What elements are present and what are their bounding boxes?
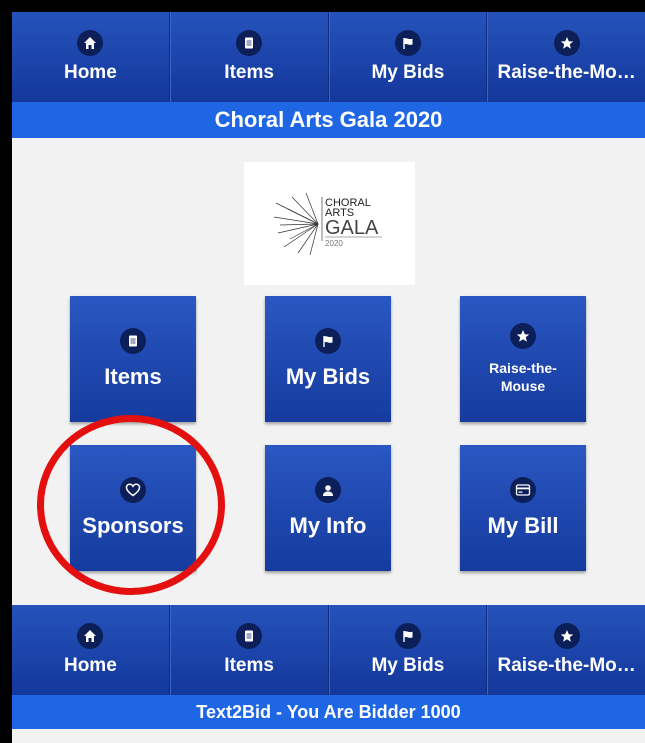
tab-label: Items: [224, 655, 274, 676]
document-icon: [236, 623, 263, 649]
tile-raise-the-mouse[interactable]: Raise-the-Mouse: [460, 296, 586, 422]
tile-sponsors[interactable]: Sponsors: [70, 445, 196, 571]
tab-label: Raise-the-Mo…: [497, 655, 636, 676]
person-icon: [315, 477, 341, 503]
tile-label: Sponsors: [82, 513, 184, 538]
app-screen: Home Items My Bids Raise-the-Mo… Choral …: [12, 12, 645, 743]
tile-label: My Info: [289, 513, 367, 538]
tile-my-info[interactable]: My Info: [265, 445, 391, 571]
heart-icon: [120, 477, 146, 503]
tab-label: Home: [63, 655, 117, 676]
flag-icon: [394, 30, 421, 56]
flag-icon: [315, 328, 341, 354]
tile-items[interactable]: Items: [70, 296, 196, 422]
tile-label: My Bill: [487, 513, 559, 538]
tab-home[interactable]: Home: [12, 12, 170, 102]
tile-my-bids[interactable]: My Bids: [265, 296, 391, 422]
credit-card-icon: [510, 477, 536, 503]
star-icon: [553, 30, 580, 56]
event-title: Choral Arts Gala 2020: [12, 102, 645, 138]
tab-items[interactable]: Items: [169, 12, 329, 102]
tab-label: Items: [224, 62, 274, 83]
tile-label: Raise-the-Mouse: [489, 360, 557, 394]
tab-home[interactable]: Home: [12, 605, 170, 695]
tile-label: Items: [104, 364, 162, 389]
bidder-banner: Text2Bid - You Are Bidder 1000: [12, 695, 645, 729]
logo-text-year: 2020: [325, 239, 343, 248]
gala-logo: CHORAL ARTS GALA 2020: [244, 162, 415, 285]
tab-my-bids[interactable]: My Bids: [328, 12, 488, 102]
tab-label: Raise-the-Mo…: [497, 62, 636, 83]
tab-raise-the-mouse[interactable]: Raise-the-Mo…: [487, 12, 645, 102]
tab-items[interactable]: Items: [169, 605, 329, 695]
tab-label: Home: [63, 62, 117, 83]
tile-my-bill[interactable]: My Bill: [460, 445, 586, 571]
tab-label: My Bids: [371, 655, 445, 676]
device-frame: Home Items My Bids Raise-the-Mo… Choral …: [0, 0, 645, 743]
footer-strip: [12, 729, 645, 743]
top-tab-bar: Home Items My Bids Raise-the-Mo…: [12, 12, 645, 102]
bottom-tab-bar: Home Items My Bids Raise-the-Mo…: [12, 605, 645, 695]
flag-icon: [394, 623, 421, 649]
tile-label: My Bids: [285, 364, 371, 389]
document-icon: [120, 328, 146, 354]
home-icon: [77, 623, 104, 649]
tab-my-bids[interactable]: My Bids: [328, 605, 488, 695]
logo-text-gala: GALA: [325, 217, 379, 239]
document-icon: [236, 30, 263, 56]
star-icon: [553, 623, 580, 649]
tab-label: My Bids: [371, 62, 445, 83]
home-icon: [77, 30, 104, 56]
star-icon: [510, 323, 536, 349]
tab-raise-the-mouse[interactable]: Raise-the-Mo…: [487, 605, 645, 695]
